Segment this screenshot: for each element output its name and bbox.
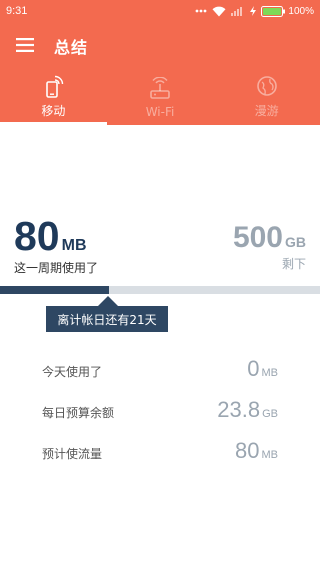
stat-number: 0 xyxy=(247,356,260,381)
stat-unit: MB xyxy=(261,367,279,379)
tab-roaming[interactable]: 漫游 xyxy=(213,70,320,125)
used-label: 这一周期使用了 xyxy=(14,261,99,275)
stat-label: 预计使流量 xyxy=(42,447,103,461)
hamburger-menu-icon xyxy=(16,37,34,56)
status-time: 9:31 xyxy=(6,5,28,17)
tab-wifi[interactable]: Wi-Fi xyxy=(107,70,214,125)
stat-unit: GB xyxy=(262,408,278,420)
status-bar: 9:31 100% xyxy=(0,0,320,22)
tab-mobile[interactable]: 移动 xyxy=(0,70,107,125)
battery-icon xyxy=(261,5,286,17)
used-unit: MB xyxy=(61,237,87,254)
stat-value: 23.8 GB xyxy=(217,397,278,423)
used-summary: 80 MB 这一周期使用了 xyxy=(14,216,98,276)
stat-value: 80 MB xyxy=(235,438,278,464)
stat-value: 0 MB xyxy=(247,356,278,382)
router-icon xyxy=(150,77,170,99)
menu-button[interactable] xyxy=(0,22,50,70)
remaining-summary: 500 GB 剩下 xyxy=(233,223,306,272)
stat-number: 23.8 xyxy=(217,397,261,422)
tab-wifi-label: Wi-Fi xyxy=(145,105,175,119)
usage-progress-bar xyxy=(0,286,320,294)
used-amount: 80 MB xyxy=(14,216,98,257)
globe-icon xyxy=(256,76,277,96)
remaining-label: 剩下 xyxy=(281,257,306,271)
tab-mobile-label: 移动 xyxy=(41,104,66,118)
stat-number: 80 xyxy=(235,438,260,463)
battery-percent: 100% xyxy=(288,5,314,17)
status-icons: 100% xyxy=(195,5,314,17)
remaining-value: 500 xyxy=(232,221,283,254)
used-value: 80 xyxy=(14,213,60,259)
stat-label: 每日预算余额 xyxy=(42,406,115,420)
tooltip-arrow xyxy=(98,296,118,306)
page-title: 总结 xyxy=(54,38,89,57)
signal-icon xyxy=(231,6,245,16)
stat-row-projected: 预计使流量 80 MB xyxy=(42,438,278,479)
stats-list: 今天使用了 0 MB 每日预算余额 23.8 GB 预计使流量 80 MB xyxy=(42,356,278,479)
remaining-amount: 500 GB xyxy=(233,223,306,253)
more-dots-icon xyxy=(195,9,207,13)
wifi-icon xyxy=(212,6,226,17)
stat-row-today: 今天使用了 0 MB xyxy=(42,356,278,397)
mobile-signal-icon xyxy=(46,75,64,98)
stat-row-daily-budget: 每日预算余额 23.8 GB xyxy=(42,397,278,438)
stat-unit: MB xyxy=(261,449,279,461)
tab-roaming-label: 漫游 xyxy=(254,104,279,118)
battery-indicator: 100% xyxy=(261,5,314,17)
billing-cycle-tooltip: 离计帐日还有21天 xyxy=(46,306,168,332)
remaining-unit: GB xyxy=(285,234,306,250)
app-bar: 总结 xyxy=(0,22,320,70)
tab-bar: 移动 Wi-Fi 漫游 xyxy=(0,70,320,125)
active-tab-indicator xyxy=(0,122,107,125)
usage-progress-fill xyxy=(0,286,109,294)
charging-icon xyxy=(250,6,257,16)
stat-label: 今天使用了 xyxy=(42,365,103,379)
